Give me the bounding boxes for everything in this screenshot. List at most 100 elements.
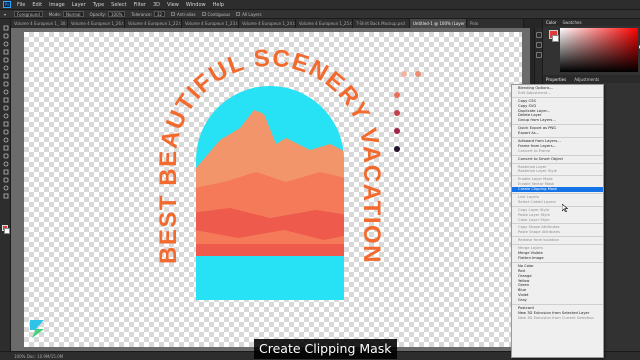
context-menu-item: Clear Layer Style (518, 217, 550, 222)
menu-3d[interactable]: 3D (153, 2, 160, 8)
tools-panel (0, 19, 11, 360)
photoshop-window: Ps File Edit Image Layer Type Select Fil… (0, 0, 640, 360)
menu-file[interactable]: File (17, 2, 25, 8)
magic-wand-tool-icon[interactable] (2, 49, 9, 55)
tab-document[interactable]: Polo (467, 19, 524, 28)
crop-tool-icon[interactable] (2, 57, 9, 63)
video-caption: Create Clipping Mask (254, 339, 397, 359)
anti-alias-checkbox[interactable]: Anti-alias (170, 12, 196, 17)
context-menu-item[interactable]: Export As... (512, 131, 603, 136)
menu-help[interactable]: Help (213, 2, 224, 8)
paint-bucket-icon[interactable] (2, 121, 9, 127)
type-tool-icon[interactable] (2, 153, 9, 159)
tab-color[interactable]: Color (546, 20, 556, 25)
tab-document[interactable]: T-Shirt Back Mockup.psd (353, 19, 410, 28)
palette-swatch (394, 92, 400, 98)
dodge-tool-icon[interactable] (2, 137, 9, 143)
menu-separator (512, 205, 603, 207)
menu-filter[interactable]: Filter (134, 2, 146, 8)
canvas-area[interactable]: BEST BEAUTIFUL SCENERY VACATION (11, 28, 530, 351)
menu-separator (512, 193, 603, 195)
menu-separator (512, 175, 603, 177)
palette-swatch (415, 71, 421, 77)
eyedropper-tool-icon[interactable] (2, 73, 9, 79)
tab-document[interactable]: Volume 4 Europeun 1_23.tif (182, 19, 239, 28)
palette-swatch (394, 128, 400, 134)
tab-properties[interactable]: Properties (546, 77, 566, 82)
more-tools-icon[interactable] (2, 193, 9, 199)
context-menu-item: Paste Shape Attributes (518, 230, 561, 235)
context-menu-item[interactable]: Group from Layers... (512, 118, 603, 123)
fill-source-select[interactable]: Foreground (12, 11, 43, 17)
menu-select[interactable]: Select (111, 2, 126, 8)
background-color-chip[interactable] (4, 228, 10, 234)
menu-window[interactable]: Window (186, 2, 206, 8)
tab-document[interactable]: Volume 4 Europeun 1_26.tif (68, 19, 125, 28)
tab-document[interactable]: Volume 4 Europeun 1_24.tif (239, 19, 296, 28)
move-tool-icon[interactable] (2, 25, 9, 31)
all-layers-checkbox[interactable]: All Layers (236, 12, 262, 17)
tab-swatches[interactable]: Swatches (562, 20, 581, 25)
tolerance-field[interactable]: Tolerance: 32 (131, 11, 165, 17)
context-menu-item[interactable]: Convert to Smart Object (512, 157, 603, 162)
context-menu-item: Rasterize Layer Style (518, 169, 558, 174)
tab-document[interactable]: Volume 4 Europeun 1_ 30.tif (11, 19, 68, 28)
frame-tool-icon[interactable] (2, 65, 9, 71)
tab-document[interactable]: Volume 4 Europeun 1_22.tif (125, 19, 182, 28)
document-tabs: Volume 4 Europeun 1_ 30.tif Volume 4 Euro… (11, 19, 541, 28)
photoshop-logo-icon: Ps (3, 1, 11, 8)
zoom-tool-icon[interactable] (2, 185, 9, 191)
eraser-tool-icon[interactable] (2, 113, 9, 119)
menu-separator (512, 96, 603, 98)
palette-swatch (394, 146, 400, 152)
path-select-icon[interactable] (2, 161, 9, 167)
tab-document[interactable]: Volume 4 Europeun 1_25.tif (296, 19, 353, 28)
history-brush-icon[interactable] (2, 105, 9, 111)
menu-separator (512, 154, 603, 156)
menu-separator (512, 137, 603, 139)
menu-type[interactable]: Type (93, 2, 104, 8)
healing-brush-icon[interactable] (2, 81, 9, 87)
menu-separator (512, 303, 603, 305)
color-picker-field[interactable] (560, 28, 640, 72)
contiguous-checkbox[interactable]: Contiguous (201, 12, 230, 17)
blur-tool-icon[interactable] (2, 129, 9, 135)
menu-separator (512, 244, 603, 246)
mode-select[interactable]: Mode: Normal (49, 11, 84, 17)
menu-separator (512, 223, 603, 225)
context-menu-item[interactable]: Flatten Image (512, 256, 603, 261)
tab-document[interactable]: Untitled-1 @ 100% (Layer 1, RGB/8) (410, 19, 467, 28)
menu-bar: Ps File Edit Image Layer Type Select Fil… (0, 0, 640, 10)
mouse-cursor-icon (562, 204, 568, 212)
channel-logo-icon (30, 320, 44, 338)
context-menu-item: Edit Adjustment... (518, 90, 552, 95)
tab-adjustments[interactable]: Adjustments (574, 77, 599, 82)
marquee-tool-icon[interactable] (2, 33, 9, 39)
brush-tool-icon[interactable] (2, 89, 9, 95)
hand-tool-icon[interactable] (2, 177, 9, 183)
context-menu-item[interactable]: Gray (512, 298, 603, 303)
menu-separator (512, 124, 603, 126)
layer-context-menu: Blending Options... Edit Adjustment... Cop… (511, 84, 604, 358)
background-color-swatch[interactable] (552, 35, 559, 42)
context-menu-item: Convert to Frame (518, 148, 551, 153)
opacity-field[interactable]: Opacity: 100% (90, 11, 126, 17)
clone-stamp-icon[interactable] (2, 97, 9, 103)
pen-tool-icon[interactable] (2, 145, 9, 151)
menu-layer[interactable]: Layer (72, 2, 86, 8)
shape-tool-icon[interactable] (2, 169, 9, 175)
lasso-tool-icon[interactable] (2, 41, 9, 47)
tool-preset-icon[interactable]: ▾ (4, 12, 6, 17)
context-menu-item: Select Linked Layers (518, 199, 556, 204)
menu-separator (512, 236, 603, 238)
menu-view[interactable]: View (167, 2, 179, 8)
palette-swatch (401, 71, 407, 77)
context-menu-item[interactable]: Create Clipping Mask (512, 187, 603, 193)
context-menu-item: New 3D Extrusion from Current Selection (518, 315, 594, 320)
menu-separator (512, 261, 603, 263)
color-panel-tabs: Color Swatches (543, 19, 640, 26)
palette-swatch (394, 110, 400, 116)
menu-image[interactable]: Image (49, 2, 65, 8)
menu-edit[interactable]: Edit (32, 2, 42, 8)
document-canvas[interactable]: BEST BEAUTIFUL SCENERY VACATION (24, 32, 522, 347)
